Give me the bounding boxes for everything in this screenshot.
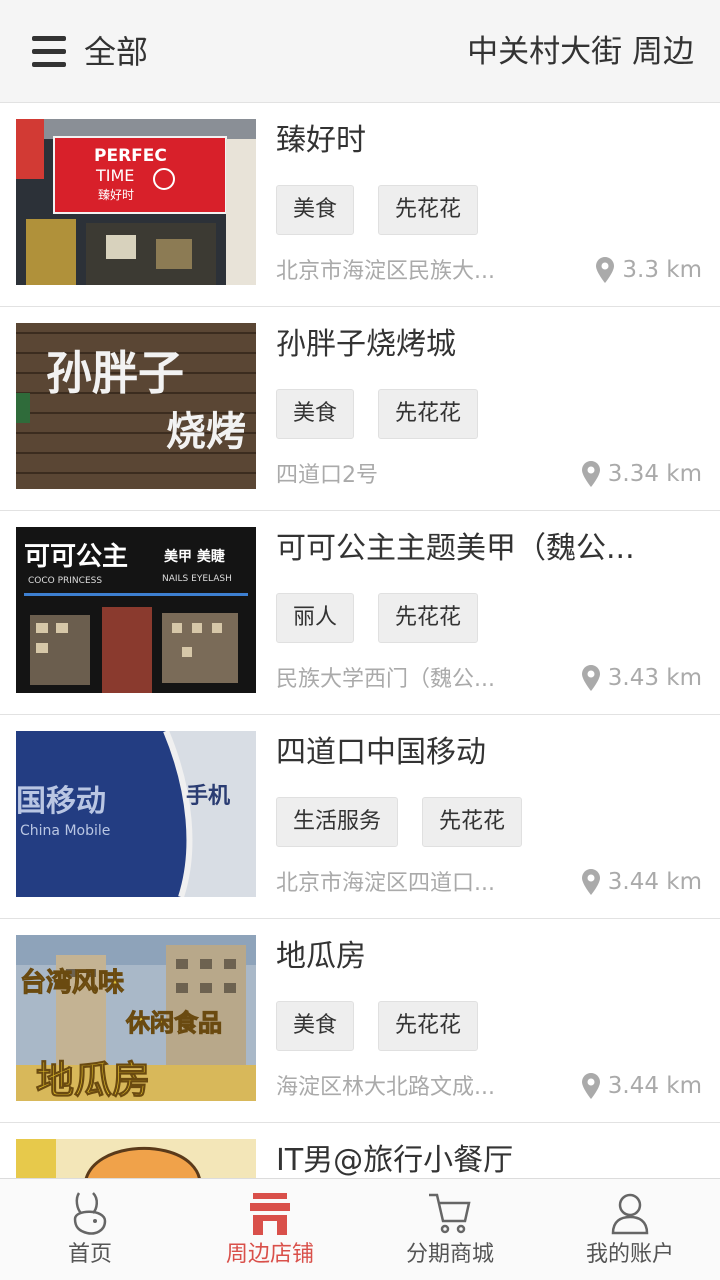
tab-label: 分期商城 (405, 1242, 494, 1267)
tab-label: 我的账户 (585, 1242, 674, 1267)
tag-list: 美食 先花花 (276, 185, 502, 235)
store-name: 地瓜房 (276, 939, 366, 974)
store-distance: 3.43 km (581, 661, 702, 695)
tag-badge: 丽人 (276, 593, 355, 643)
tab-my-account[interactable]: 我的账户 (540, 1179, 720, 1280)
tab-home[interactable]: 首页 (0, 1179, 180, 1280)
store-distance: 3.44 km (581, 1069, 702, 1103)
store-item[interactable]: IT男@旅行小餐厅 (0, 1123, 720, 1178)
store-name: 臻好时 (276, 123, 366, 158)
store-name: 四道口中国移动 (276, 735, 486, 770)
tag-badge: 先花花 (422, 797, 523, 847)
store-thumbnail: 孙胖子 烧烤 (16, 323, 256, 489)
store-name: IT男@旅行小餐厅 (276, 1143, 514, 1178)
tag-badge: 先花花 (378, 1001, 479, 1051)
user-icon (611, 1193, 649, 1235)
tab-label: 周边店铺 (225, 1242, 314, 1267)
store-name: 可可公主主题美甲（魏公... (276, 531, 635, 566)
store-distance: 3.44 km (581, 865, 702, 899)
location-pin-icon (581, 869, 600, 895)
store-address: 北京市海淀区民族大... (276, 259, 495, 284)
tag-list: 美食 先花花 (276, 1001, 502, 1051)
bottom-tab-bar: 首页 周边店铺 分期商城 我的账户 (0, 1178, 720, 1280)
category-title[interactable]: 全部 (84, 30, 148, 74)
location-pin-icon (581, 461, 600, 487)
store-thumbnail: 可可公主 美甲 美睫 COCO PRINCESS NAILS EYELASH (16, 527, 256, 693)
tag-badge: 美食 (276, 389, 355, 439)
store-list: PERFEC TIME 臻好时 臻好时 美食 先花花 北京市海淀区民族大... … (0, 103, 720, 1178)
tab-installment-mall[interactable]: 分期商城 (360, 1179, 540, 1280)
sign-text: China Mobile (20, 823, 110, 839)
store-name: 孙胖子烧烤城 (276, 327, 456, 362)
store-address: 民族大学西门（魏公... (276, 667, 495, 692)
tab-label: 首页 (67, 1242, 112, 1267)
store-item[interactable]: 国移动 China Mobile 手机 四道口中国移动 生活服务 先花花 北京市… (0, 715, 720, 919)
location-pin-icon (581, 1073, 600, 1099)
store-thumbnail (16, 1139, 256, 1178)
sign-text: TIME (95, 166, 134, 185)
tag-badge: 先花花 (378, 389, 479, 439)
store-item[interactable]: 孙胖子 烧烤 孙胖子烧烤城 美食 先花花 四道口2号 3.34 km (0, 307, 720, 511)
sign-text: 台湾风味 (20, 967, 124, 998)
sign-text: 可可公主 (24, 542, 128, 572)
menu-icon[interactable] (30, 36, 66, 68)
tag-list: 丽人 先花花 (276, 593, 502, 643)
sign-text: NAILS EYELASH (162, 574, 232, 584)
tag-badge: 先花花 (378, 185, 479, 235)
sign-text: 孙胖子 (46, 346, 184, 400)
store-item[interactable]: 台湾风味 休闲食品 地瓜房 地瓜房 美食 先花花 海淀区林大北路文成... 3.… (0, 919, 720, 1123)
location-label[interactable]: 中关村大街 周边 (467, 30, 694, 74)
rabbit-icon (73, 1192, 107, 1235)
sign-text: 休闲食品 (125, 1009, 222, 1037)
tag-list: 美食 先花花 (276, 389, 502, 439)
sign-text: 烧烤 (166, 409, 246, 455)
tag-list: 生活服务 先花花 (276, 797, 546, 847)
sign-text: COCO PRINCESS (28, 576, 102, 586)
cart-icon (429, 1193, 471, 1234)
sign-text: PERFEC (94, 146, 167, 166)
store-thumbnail: 国移动 China Mobile 手机 (16, 731, 256, 897)
store-address: 四道口2号 (276, 463, 378, 488)
location-pin-icon (581, 665, 600, 691)
sign-text: 美甲 美睫 (164, 548, 225, 565)
tag-badge: 生活服务 (276, 797, 399, 847)
sign-text: 地瓜房 (36, 1058, 150, 1101)
store-item[interactable]: PERFEC TIME 臻好时 臻好时 美食 先花花 北京市海淀区民族大... … (0, 103, 720, 307)
location-pin-icon (596, 257, 615, 283)
tag-badge: 美食 (276, 185, 355, 235)
store-icon (250, 1193, 290, 1235)
tag-badge: 先花花 (378, 593, 479, 643)
sign-text: 国移动 (16, 784, 106, 819)
top-bar: 全部 中关村大街 周边 (0, 0, 720, 103)
store-distance: 3.3 km (596, 253, 702, 287)
store-address: 北京市海淀区四道口... (276, 871, 495, 896)
store-address: 海淀区林大北路文成... (276, 1075, 495, 1100)
store-thumbnail: 台湾风味 休闲食品 地瓜房 (16, 935, 256, 1101)
store-item[interactable]: 可可公主 美甲 美睫 COCO PRINCESS NAILS EYELASH 可… (0, 511, 720, 715)
sign-text: 手机 (186, 784, 230, 809)
tab-nearby-stores[interactable]: 周边店铺 (180, 1179, 360, 1280)
store-thumbnail: PERFEC TIME 臻好时 (16, 119, 256, 285)
store-distance: 3.34 km (581, 457, 702, 491)
sign-text: 臻好时 (98, 188, 134, 202)
tag-badge: 美食 (276, 1001, 355, 1051)
